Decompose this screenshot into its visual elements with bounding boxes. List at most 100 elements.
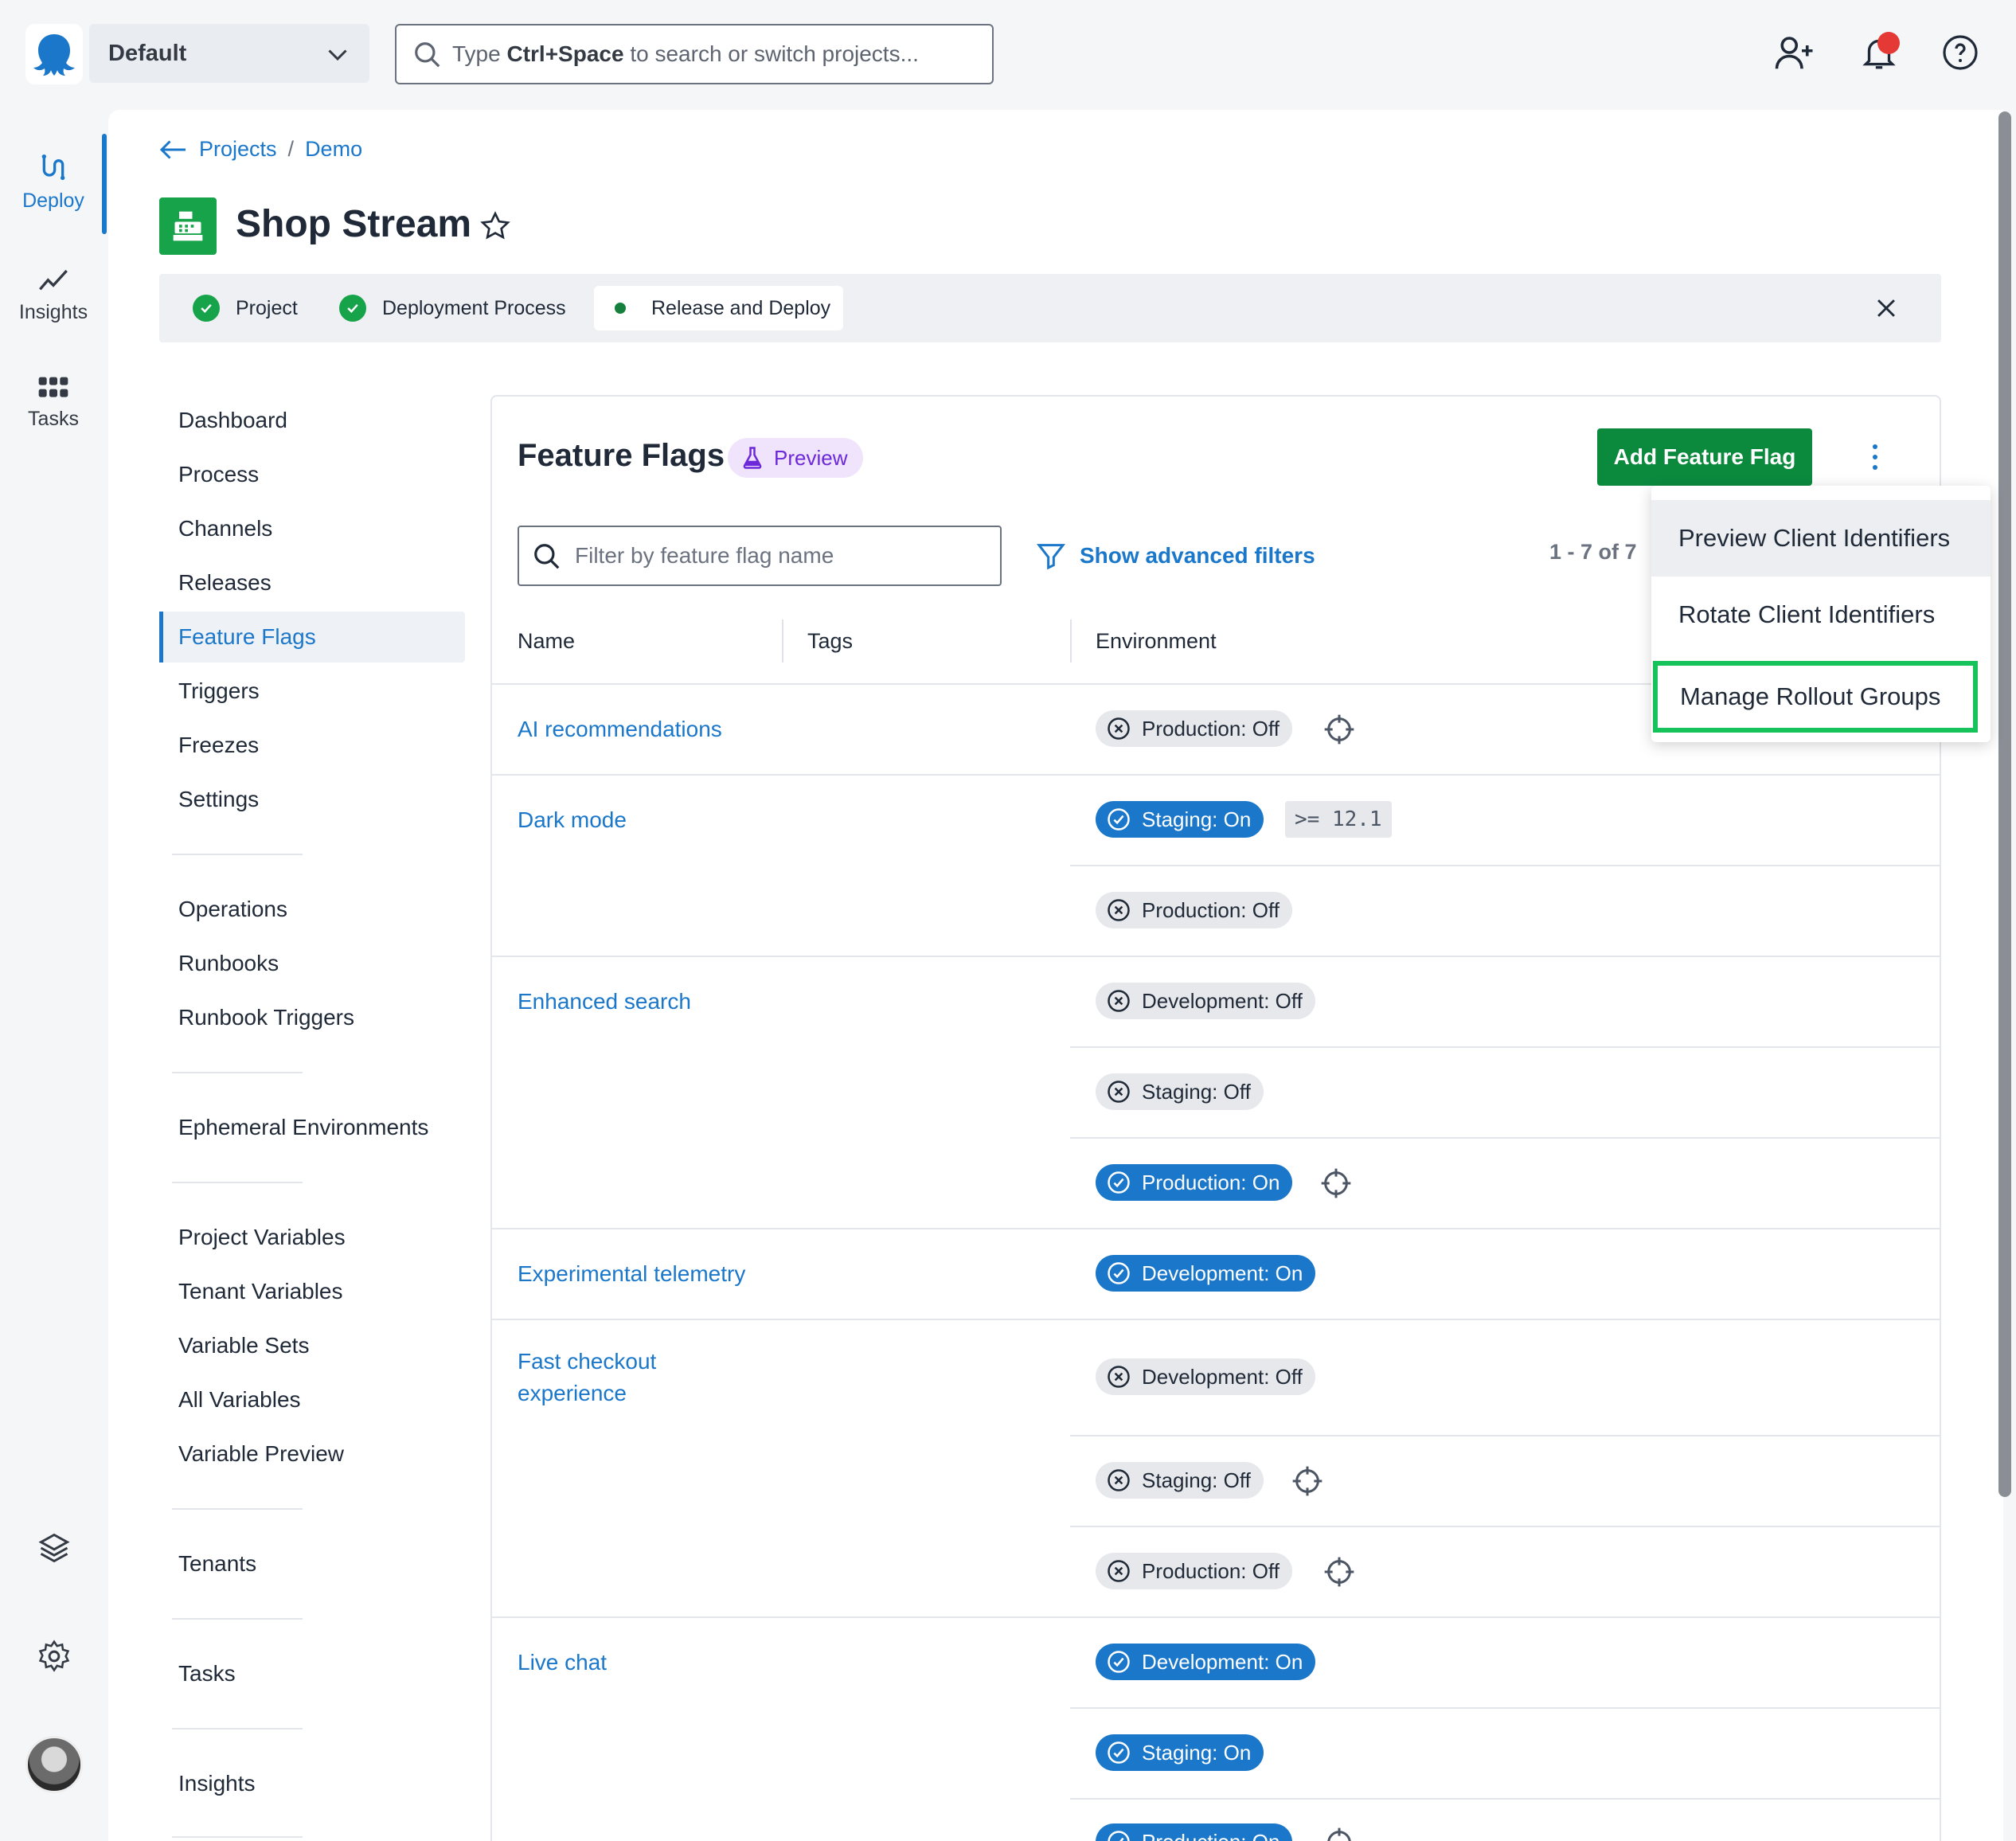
sidenav-item-feature-flags[interactable]: Feature Flags: [178, 624, 316, 650]
x-circle-icon: [1108, 990, 1130, 1012]
gear-icon[interactable]: [24, 1626, 84, 1687]
star-icon[interactable]: [479, 210, 511, 242]
layers-icon[interactable]: [24, 1518, 84, 1578]
row-divider: [492, 774, 1940, 776]
target-icon[interactable]: [1323, 1827, 1355, 1841]
env-chip[interactable]: Staging: Off: [1096, 1073, 1264, 1110]
env-chip[interactable]: Production: On: [1096, 1164, 1293, 1201]
row-divider: [1070, 1435, 1940, 1436]
sidenav-item-releases[interactable]: Releases: [178, 570, 272, 596]
check-circle-icon: [339, 295, 366, 322]
sidenav-item-freezes[interactable]: Freezes: [178, 733, 259, 758]
env-chip-label: Development: On: [1142, 1649, 1303, 1674]
sidenav-item-tenants[interactable]: Tenants: [178, 1551, 256, 1577]
kebab-icon[interactable]: [1863, 440, 1887, 475]
check-circle-icon: [1108, 1262, 1130, 1284]
column-header-name[interactable]: Name: [518, 629, 575, 654]
rail-insights[interactable]: Insights: [0, 263, 107, 324]
env-chip[interactable]: Staging: On: [1096, 801, 1264, 838]
sidenav-item-operations[interactable]: Operations: [178, 897, 287, 922]
deploy-icon: [41, 154, 65, 180]
sidenav-item-project-variables[interactable]: Project Variables: [178, 1225, 346, 1250]
target-icon[interactable]: [1320, 1167, 1352, 1199]
overflow-menu: Preview Client Identifiers Rotate Client…: [1651, 486, 1991, 742]
sidenav-item-triggers[interactable]: Triggers: [178, 678, 260, 704]
space-selector-label: Default: [108, 40, 187, 66]
env-chip[interactable]: Staging: On: [1096, 1734, 1264, 1771]
insights-icon: [39, 269, 68, 291]
top-bar: Default Type Ctrl+Space to search or swi…: [0, 0, 2016, 108]
target-icon[interactable]: [1323, 713, 1355, 745]
menu-item-preview-client-identifiers[interactable]: Preview Client Identifiers: [1651, 500, 1991, 577]
env-chip-label: Production: On: [1142, 1170, 1280, 1194]
step-release-and-deploy[interactable]: Release and Deploy: [594, 286, 844, 330]
flag-link-dark-mode[interactable]: Dark mode: [518, 804, 627, 836]
sidenav-item-variable-preview[interactable]: Variable Preview: [178, 1441, 344, 1467]
env-chip[interactable]: Production: Off: [1096, 710, 1292, 747]
feature-flag-filter-input[interactable]: [518, 526, 1002, 586]
space-selector[interactable]: Default: [89, 24, 369, 83]
global-search-input[interactable]: Type Ctrl+Space to search or switch proj…: [395, 24, 994, 84]
sidenav-item-tasks[interactable]: Tasks: [178, 1661, 236, 1687]
arrow-left-icon[interactable]: [159, 139, 188, 161]
rail-deploy[interactable]: Deploy: [0, 151, 107, 213]
breadcrumb-current[interactable]: Demo: [305, 137, 362, 162]
column-divider: [1070, 620, 1072, 663]
sidenav-item-channels[interactable]: Channels: [178, 516, 272, 541]
target-icon[interactable]: [1291, 1465, 1323, 1497]
sidenav-item-runbooks[interactable]: Runbooks: [178, 951, 279, 976]
flag-link-live-chat[interactable]: Live chat: [518, 1647, 607, 1679]
env-chip[interactable]: Development: On: [1096, 1255, 1316, 1292]
menu-item-manage-rollout-groups[interactable]: Manage Rollout Groups: [1653, 661, 1978, 733]
add-feature-flag-button[interactable]: Add Feature Flag: [1597, 428, 1812, 486]
sidenav-item-settings[interactable]: Settings: [178, 787, 259, 812]
row-divider: [1070, 1798, 1940, 1800]
x-circle-icon: [1108, 717, 1130, 740]
show-advanced-filters-link[interactable]: Show advanced filters: [1035, 540, 1315, 572]
env-chip[interactable]: Development: Off: [1096, 1358, 1315, 1395]
breadcrumb-projects[interactable]: Projects: [199, 137, 277, 162]
column-header-tags[interactable]: Tags: [807, 629, 853, 654]
search-icon: [415, 42, 440, 68]
flag-link-fast-checkout[interactable]: Fast checkout experience: [518, 1346, 656, 1409]
env-chip[interactable]: Production: Off: [1096, 1553, 1292, 1589]
rail-tasks[interactable]: Tasks: [0, 374, 107, 431]
sidenav-item-variable-sets[interactable]: Variable Sets: [178, 1333, 309, 1358]
column-header-environment[interactable]: Environment: [1096, 629, 1217, 654]
sidenav-item-process[interactable]: Process: [178, 462, 259, 487]
target-icon[interactable]: [1323, 1556, 1355, 1588]
menu-item-rotate-client-identifiers[interactable]: Rotate Client Identifiers: [1651, 577, 1991, 653]
check-circle-icon: [1108, 1171, 1130, 1194]
env-chip[interactable]: Production: Off: [1096, 892, 1292, 928]
flag-link-enhanced-search[interactable]: Enhanced search: [518, 986, 691, 1018]
sidenav-item-runbook-triggers[interactable]: Runbook Triggers: [178, 1005, 354, 1030]
sidenav-item-insights[interactable]: Insights: [178, 1771, 256, 1796]
env-chip[interactable]: Development: On: [1096, 1644, 1316, 1680]
env-chip[interactable]: Staging: Off: [1096, 1462, 1264, 1499]
env-chip-label: Staging: On: [1142, 807, 1252, 831]
flag-link-ai-recommendations[interactable]: AI recommendations: [518, 713, 722, 745]
step-project[interactable]: Project: [193, 274, 298, 342]
scrollbar[interactable]: [1998, 111, 2011, 1497]
env-chip[interactable]: Production: On: [1096, 1823, 1293, 1841]
step-deployment-process[interactable]: Deployment Process: [339, 274, 566, 342]
sidenav-item-all-variables[interactable]: All Variables: [178, 1387, 301, 1413]
row-divider: [1070, 1046, 1940, 1048]
user-avatar[interactable]: [25, 1736, 83, 1793]
help-icon[interactable]: [1936, 29, 1984, 76]
tasks-icon: [38, 377, 68, 397]
add-user-icon[interactable]: [1771, 29, 1819, 76]
sidenav-divider: [172, 1836, 303, 1838]
close-icon[interactable]: [1873, 295, 1900, 322]
flag-link-experimental-telemetry[interactable]: Experimental telemetry: [518, 1258, 745, 1290]
sidenav-item-dashboard[interactable]: Dashboard: [178, 408, 287, 433]
sidenav-item-ephemeral-environments[interactable]: Ephemeral Environments: [178, 1115, 428, 1140]
env-chip[interactable]: Development: Off: [1096, 983, 1315, 1019]
step-release-label: Release and Deploy: [651, 296, 831, 319]
rail-insights-label: Insights: [18, 301, 88, 323]
row-divider: [492, 956, 1940, 957]
octopus-logo-icon[interactable]: [25, 24, 83, 84]
chevron-down-icon: [328, 49, 347, 61]
x-circle-icon: [1108, 1366, 1130, 1388]
sidenav-item-tenant-variables[interactable]: Tenant Variables: [178, 1279, 343, 1304]
